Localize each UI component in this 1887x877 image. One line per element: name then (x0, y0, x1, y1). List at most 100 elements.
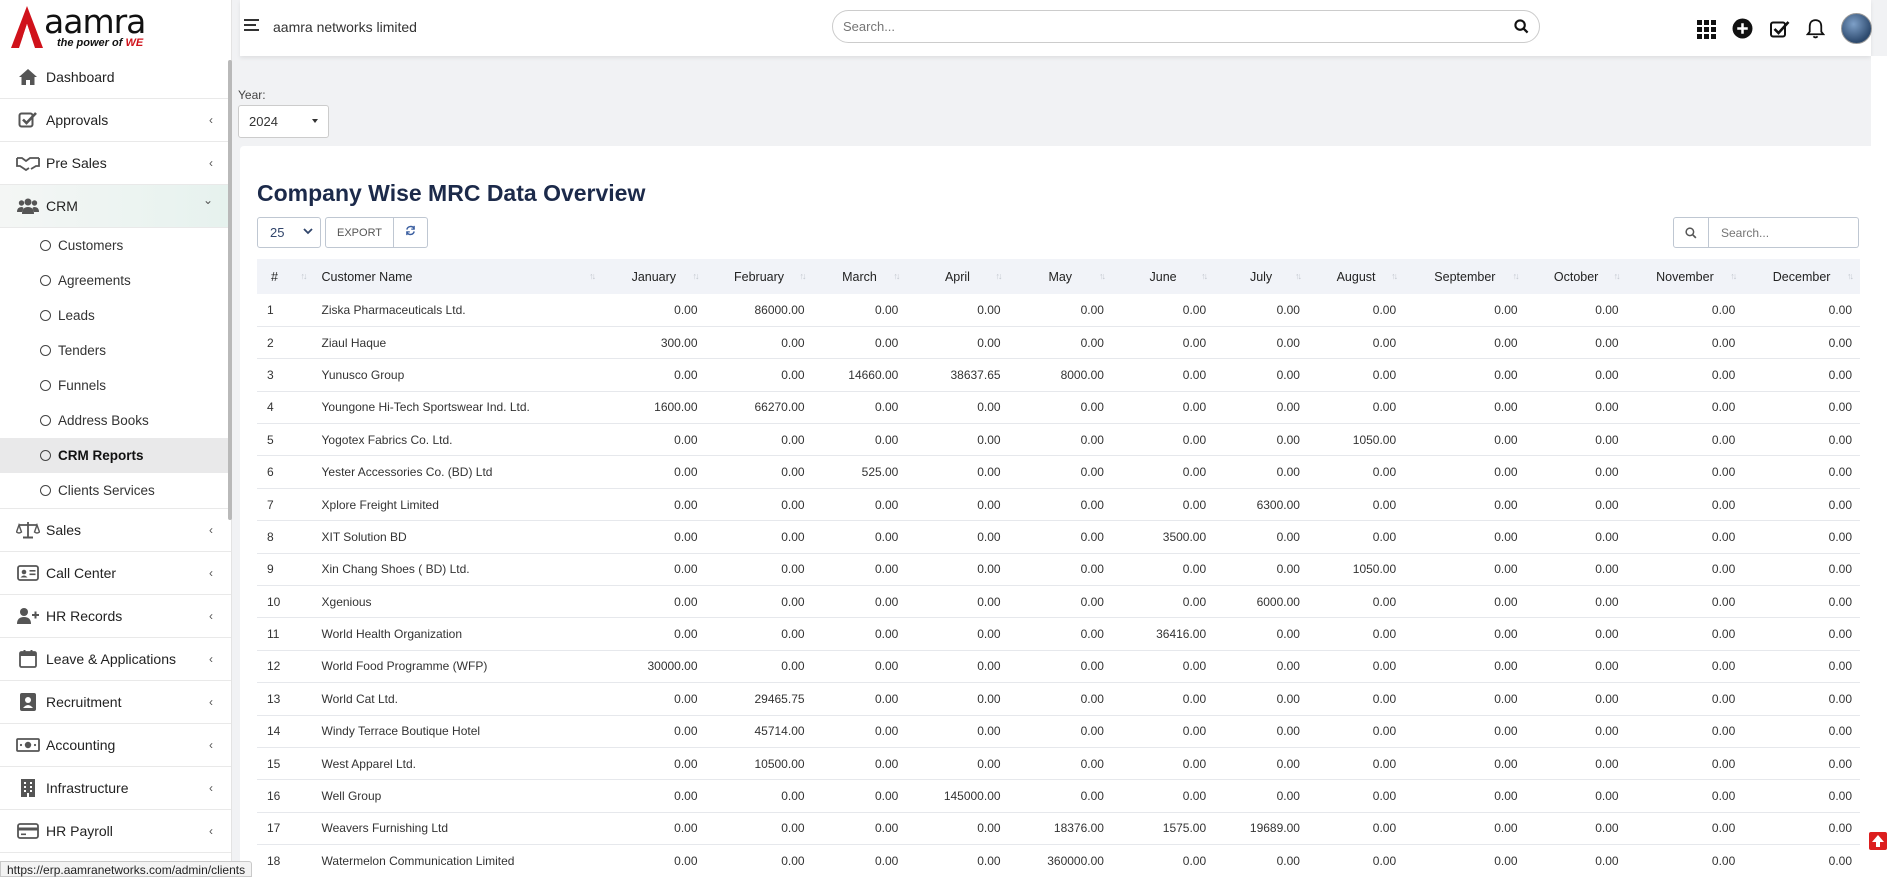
column-header-february[interactable]: February ↑↓ (706, 259, 813, 294)
handshake-icon (16, 153, 40, 173)
submenu-item-address-books[interactable]: Address Books (0, 403, 231, 438)
mrc-value-october: 0.00 (1595, 367, 1619, 382)
mrc-value-august: 0.00 (1372, 594, 1397, 609)
mrc-value-february: 66270.00 (754, 400, 805, 415)
column-header-may[interactable]: May ↑↓ (1009, 259, 1112, 294)
table-row: 4 Youngone Hi-Tech Sportswear Ind. Ltd. 16… (257, 391, 1860, 424)
top-header: aamra networks limited (240, 0, 1872, 56)
sidebar-nav: Dashboard Approvals ‹ Pre Sales ‹ CRM ⌄ Custome… (0, 56, 231, 853)
brand-logo[interactable]: aamra the power of WE (0, 0, 231, 56)
column-header-september[interactable]: September ↑↓ (1404, 259, 1525, 294)
mrc-value-january: 0.00 (674, 789, 698, 804)
sidebar-item-call-center[interactable]: Call Center ‹ (0, 552, 231, 595)
building-icon (16, 778, 40, 798)
column-header-december[interactable]: December ↑↓ (1743, 259, 1860, 294)
sidebar-item-approvals[interactable]: Approvals ‹ (0, 99, 231, 142)
submenu-item-funnels[interactable]: Funnels (0, 368, 231, 403)
mrc-value-march: 0.00 (874, 594, 899, 609)
export-button[interactable]: EXPORT (325, 217, 395, 248)
mrc-value-february: 0.00 (781, 627, 805, 642)
table-search-input[interactable] (1709, 217, 1859, 248)
submenu-item-label: Agreements (58, 273, 131, 288)
sidebar-item-sales[interactable]: Sales ‹ (0, 509, 231, 552)
submenu-item-leads[interactable]: Leads (0, 298, 231, 333)
page-scrollbar[interactable] (1871, 56, 1887, 877)
mrc-value-february: 0.00 (781, 497, 805, 512)
calendar-icon (16, 649, 40, 669)
submenu-item-crm-reports[interactable]: CRM Reports (0, 438, 231, 473)
mrc-value-june: 0.00 (1182, 400, 1207, 415)
column-header-october[interactable]: October ↑↓ (1526, 259, 1627, 294)
customer-name: XIT Solution BD (321, 529, 407, 544)
customer-name: West Apparel Ltd. (321, 756, 417, 771)
mrc-value-march: 0.00 (874, 724, 899, 739)
column-header-january[interactable]: January ↑↓ (602, 259, 705, 294)
chevron-left-icon: ‹ (209, 156, 213, 170)
mrc-value-august: 0.00 (1372, 789, 1397, 804)
sidebar-item-pre-sales[interactable]: Pre Sales ‹ (0, 142, 231, 185)
mrc-value-february: 0.00 (781, 529, 805, 544)
submenu-item-label: Customers (58, 238, 124, 253)
mrc-value-december: 0.00 (1828, 400, 1852, 415)
crm-submenu: Customers Agreements Leads Tenders Funnels Ad… (0, 228, 231, 509)
mrc-value-may: 0.00 (1080, 465, 1104, 480)
hamburger-menu-icon[interactable] (244, 18, 260, 32)
mrc-value-december: 0.00 (1828, 821, 1852, 836)
sidebar-item-accounting[interactable]: Accounting ‹ (0, 724, 231, 767)
task-check-icon[interactable] (1769, 19, 1790, 39)
notification-bell-icon[interactable] (1806, 18, 1825, 39)
apps-grid-icon[interactable] (1696, 19, 1716, 39)
column-header-july[interactable]: July ↑↓ (1214, 259, 1308, 294)
user-avatar[interactable] (1841, 13, 1872, 44)
mrc-value-july: 6300.00 (1256, 497, 1300, 512)
mrc-value-april: 0.00 (977, 594, 1001, 609)
search-icon[interactable] (1514, 19, 1529, 34)
sidebar-scrollbar[interactable] (228, 60, 232, 520)
column-header-august[interactable]: August ↑↓ (1308, 259, 1404, 294)
mrc-value-january: 0.00 (674, 756, 698, 771)
sidebar-item-dashboard[interactable]: Dashboard (0, 56, 231, 99)
submenu-item-customers[interactable]: Customers (0, 228, 231, 263)
sidebar-item-recruitment[interactable]: Recruitment ‹ (0, 681, 231, 724)
column-header-march[interactable]: March ↑↓ (813, 259, 907, 294)
mrc-value-january: 0.00 (674, 562, 698, 577)
year-select[interactable]: 2024 (238, 105, 329, 138)
mrc-value-june: 0.00 (1182, 691, 1207, 706)
submenu-item-clients-services[interactable]: Clients Services (0, 473, 231, 508)
column-header-november[interactable]: November ↑↓ (1627, 259, 1744, 294)
report-title: Company Wise MRC Data Overview (257, 180, 646, 206)
row-index: 7 (267, 497, 274, 512)
customer-name: Windy Terrace Boutique Hotel (321, 724, 481, 739)
global-search-input[interactable] (843, 19, 1483, 34)
column-header-customer-name[interactable]: Customer Name ↑↓ (314, 259, 603, 294)
add-circle-icon[interactable] (1732, 18, 1753, 39)
sidebar-item-hr-records[interactable]: HR Records ‹ (0, 595, 231, 638)
page-length-select[interactable]: 25 (257, 217, 321, 248)
mrc-value-april: 0.00 (977, 497, 1001, 512)
sidebar-item-hr-payroll[interactable]: HR Payroll ‹ (0, 810, 231, 853)
refresh-button[interactable] (394, 217, 429, 248)
table-row: 10 Xgenious 0.00 0.00 0.00 0.00 0.00 0.00 6000.0… (257, 586, 1860, 618)
mrc-value-september: 0.00 (1494, 529, 1518, 544)
submenu-item-tenders[interactable]: Tenders (0, 333, 231, 368)
mrc-value-may: 0.00 (1080, 302, 1104, 317)
mrc-value-february: 0.00 (781, 562, 805, 577)
mrc-value-january: 0.00 (674, 724, 698, 739)
sidebar-item-crm[interactable]: CRM ⌄ (0, 185, 231, 228)
column-header-april[interactable]: April ↑↓ (906, 259, 1008, 294)
mrc-value-july: 0.00 (1276, 302, 1300, 317)
scroll-top-button[interactable] (1869, 832, 1887, 850)
column-header-[interactable]: # ↑↓ (257, 259, 314, 294)
mrc-value-january: 0.00 (674, 465, 698, 480)
submenu-item-agreements[interactable]: Agreements (0, 263, 231, 298)
customer-name: Ziska Pharmaceuticals Ltd. (321, 302, 466, 317)
column-header-label: July (1249, 269, 1273, 284)
column-header-june[interactable]: June ↑↓ (1112, 259, 1214, 294)
mrc-value-september: 0.00 (1494, 594, 1518, 609)
column-header-label: December (1772, 269, 1831, 284)
sidebar-item-infrastructure[interactable]: Infrastructure ‹ (0, 767, 231, 810)
sidebar-item-leave-applications[interactable]: Leave & Applications ‹ (0, 638, 231, 681)
mrc-value-december: 0.00 (1828, 627, 1852, 642)
sort-arrows-icon: ↑↓ (1847, 271, 1854, 281)
mrc-value-september: 0.00 (1494, 302, 1518, 317)
